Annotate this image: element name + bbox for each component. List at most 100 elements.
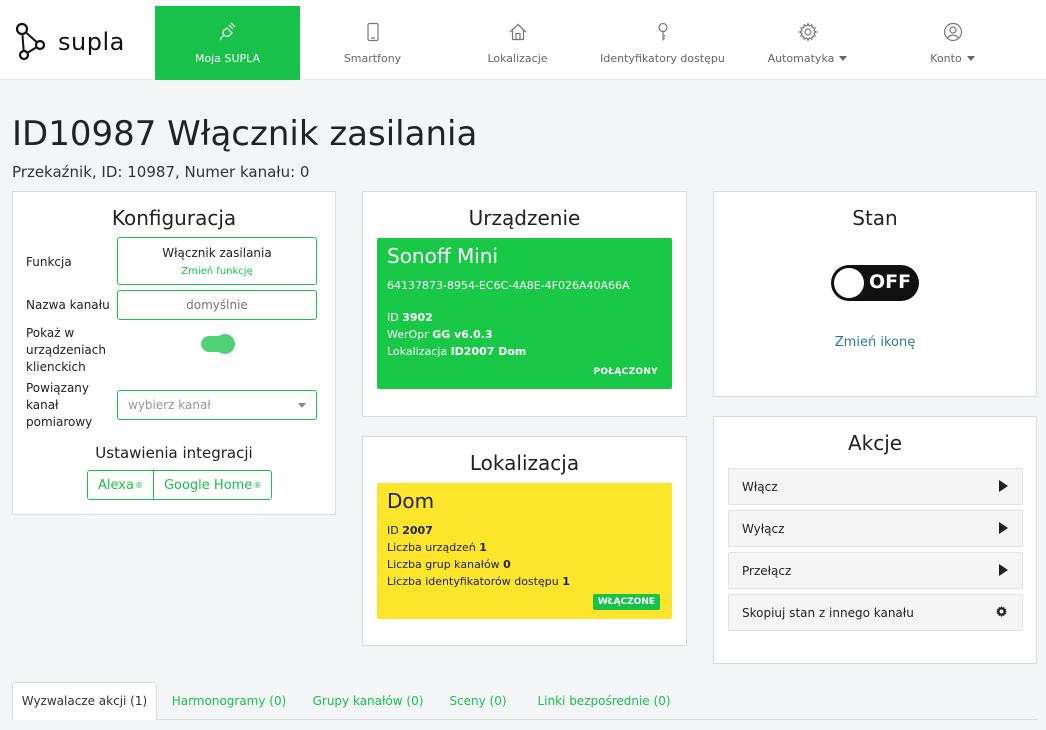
device-id-value: 3902 bbox=[402, 311, 433, 324]
location-id-label: ID bbox=[387, 524, 399, 537]
nav-item-automatyka[interactable]: Automatyka bbox=[735, 6, 880, 80]
brand[interactable]: supla bbox=[14, 20, 125, 64]
related-channel-label: Powiązany kanał pomiarowy bbox=[26, 380, 92, 431]
nav-item-label: Automatyka bbox=[767, 51, 835, 65]
device-status-badge: POŁĄCZONY bbox=[593, 367, 658, 377]
nav-item-moja-supla[interactable]: Moja SUPLA bbox=[155, 6, 300, 80]
location-card[interactable]: Dom ID 2007 Liczba urządzeń 1 Liczba gru… bbox=[377, 483, 672, 619]
show-in-clients-toggle[interactable] bbox=[201, 334, 235, 354]
location-devices-value: 1 bbox=[479, 541, 487, 554]
chevron-down-icon bbox=[298, 403, 306, 408]
switch-knob bbox=[834, 268, 864, 298]
action-copy-state-button[interactable]: Skopiuj stan z innego kanału bbox=[728, 594, 1023, 631]
tab-channel-groups[interactable]: Grupy kanałów (0) bbox=[304, 682, 432, 720]
tab-action-triggers[interactable]: Wyzwalacze akcji (1) bbox=[12, 682, 157, 720]
change-icon-link[interactable]: Zmień ikonę bbox=[714, 335, 1036, 350]
gear-icon bbox=[995, 605, 1008, 621]
nav-item-label: Moja SUPLA bbox=[194, 51, 261, 65]
page-title: ID10987 Włącznik zasilania bbox=[12, 114, 478, 154]
chevron-down-icon bbox=[966, 55, 975, 61]
brand-text: supla bbox=[58, 28, 125, 56]
show-label-line: Pokaż w bbox=[26, 326, 75, 340]
nav-item-label-wrap: Automatyka bbox=[768, 52, 848, 65]
device-card[interactable]: Sonoff Mini 64137873-8954-EC6C-4A8E-4F02… bbox=[377, 238, 672, 389]
location-groups: Liczba grup kanałów 0 bbox=[387, 558, 511, 571]
config-title: Konfiguracja bbox=[111, 206, 237, 230]
smartphone-icon bbox=[366, 22, 379, 41]
location-devices: Liczba urządzeń 1 bbox=[387, 541, 487, 554]
actions-title: Akcje bbox=[847, 431, 903, 455]
nav-item-identyfikatory[interactable]: Identyfikatory dostępu bbox=[590, 6, 735, 80]
show-in-clients-label: Pokaż w urządzeniach klienckich bbox=[26, 325, 106, 376]
location-status-badge: WŁĄCZONE bbox=[592, 594, 660, 610]
integrations-title: Ustawienia integracji bbox=[95, 444, 253, 462]
related-label-line: pomiarowy bbox=[26, 415, 93, 429]
location-aids-value: 1 bbox=[562, 575, 570, 588]
related-channel-select[interactable]: wybierz kanał bbox=[117, 390, 317, 420]
device-software-label: WerOpr bbox=[387, 328, 429, 341]
nav-item-label: Smartfony bbox=[343, 51, 402, 65]
integrations-group: Alexa ® Google Home ® bbox=[87, 470, 273, 500]
device-software: WerOpr GG v6.0.3 bbox=[387, 328, 493, 341]
location-aids: Liczba identyfikatorów dostępu 1 bbox=[387, 575, 570, 588]
page-subtitle: Przekaźnik, ID: 10987, Numer kanału: 0 bbox=[12, 163, 310, 181]
action-label: Skopiuj stan z innego kanału bbox=[742, 606, 914, 620]
alexa-button[interactable]: Alexa ® bbox=[88, 471, 153, 499]
action-label: Włącz bbox=[742, 480, 778, 494]
location-panel: Lokalizacja Dom ID 2007 Liczba urządzeń … bbox=[362, 436, 687, 646]
nav-item-label-wrap: Konto bbox=[930, 52, 975, 65]
state-title: Stan bbox=[852, 206, 898, 230]
supla-logo-icon bbox=[15, 22, 46, 61]
play-icon bbox=[999, 563, 1008, 579]
chevron-down-icon bbox=[839, 55, 848, 61]
actions-panel: Akcje Włącz Wyłącz Przełącz Skopiuj stan… bbox=[713, 416, 1037, 664]
registered-mark: ® bbox=[134, 480, 143, 490]
action-toggle-button[interactable]: Przełącz bbox=[728, 552, 1023, 589]
action-turn-on-button[interactable]: Włącz bbox=[728, 468, 1023, 505]
tab-direct-links[interactable]: Linki bezpośrednie (0) bbox=[524, 682, 684, 720]
bottom-tabs: Wyzwalacze akcji (1) Harmonogramy (0) Gr… bbox=[12, 682, 1037, 720]
google-home-button[interactable]: Google Home ® bbox=[152, 471, 272, 499]
toggle-knob bbox=[215, 334, 235, 354]
nav-item-lokalizacje[interactable]: Lokalizacje bbox=[445, 6, 590, 80]
device-id-label: ID bbox=[387, 311, 399, 324]
device-software-value: GG v6.0.3 bbox=[432, 328, 493, 341]
nav-item-konto[interactable]: Konto bbox=[880, 6, 1025, 80]
change-function-link: Zmień funkcję bbox=[181, 266, 253, 277]
tab-schedules[interactable]: Harmonogramy (0) bbox=[164, 682, 294, 720]
device-location: Lokalizacja ID2007 Dom bbox=[387, 345, 526, 358]
location-groups-label: Liczba grup kanałów bbox=[387, 558, 500, 571]
related-channel-placeholder: wybierz kanał bbox=[128, 398, 211, 412]
google-home-label: Google Home bbox=[163, 477, 253, 493]
device-title: Urządzenie bbox=[468, 206, 581, 230]
home-icon bbox=[509, 23, 526, 40]
nav-item-label: Identyfikatory dostępu bbox=[600, 51, 725, 65]
show-label-line: klienckich bbox=[26, 360, 86, 374]
plug-icon bbox=[219, 22, 235, 40]
change-function-button[interactable]: Włącznik zasilania Zmień funkcję bbox=[117, 237, 317, 285]
nav-item-smartfony[interactable]: Smartfony bbox=[300, 6, 445, 80]
action-label: Przełącz bbox=[742, 564, 792, 578]
channel-name-input[interactable] bbox=[117, 290, 317, 320]
show-label-line: urządzeniach bbox=[26, 343, 106, 357]
action-turn-off-button[interactable]: Wyłącz bbox=[728, 510, 1023, 547]
device-guid: 64137873-8954-EC6C-4A8E-4F026A40A66A bbox=[387, 279, 630, 292]
location-title: Lokalizacja bbox=[469, 451, 580, 475]
device-panel: Urządzenie Sonoff Mini 64137873-8954-EC6… bbox=[362, 191, 687, 417]
switch-state-text: OFF bbox=[869, 271, 912, 293]
device-location-label: Lokalizacja bbox=[387, 345, 448, 358]
state-panel: Stan OFF Zmień ikonę bbox=[713, 191, 1037, 397]
power-switch[interactable]: OFF bbox=[831, 265, 919, 301]
alexa-label: Alexa bbox=[98, 477, 134, 493]
play-icon bbox=[999, 521, 1008, 537]
device-location-value: ID2007 Dom bbox=[450, 345, 527, 358]
config-panel: Konfiguracja Funkcja Włącznik zasilania … bbox=[12, 191, 336, 515]
nav-item-label: Lokalizacje bbox=[487, 51, 548, 65]
key-icon bbox=[657, 22, 668, 40]
function-label: Funkcja bbox=[26, 255, 72, 269]
device-name: Sonoff Mini bbox=[387, 244, 499, 268]
channel-name-label: Nazwa kanału bbox=[26, 298, 110, 312]
location-aids-label: Liczba identyfikatorów dostępu bbox=[387, 575, 559, 588]
location-id-value: 2007 bbox=[402, 524, 433, 537]
tab-scenes[interactable]: Sceny (0) bbox=[440, 682, 516, 720]
